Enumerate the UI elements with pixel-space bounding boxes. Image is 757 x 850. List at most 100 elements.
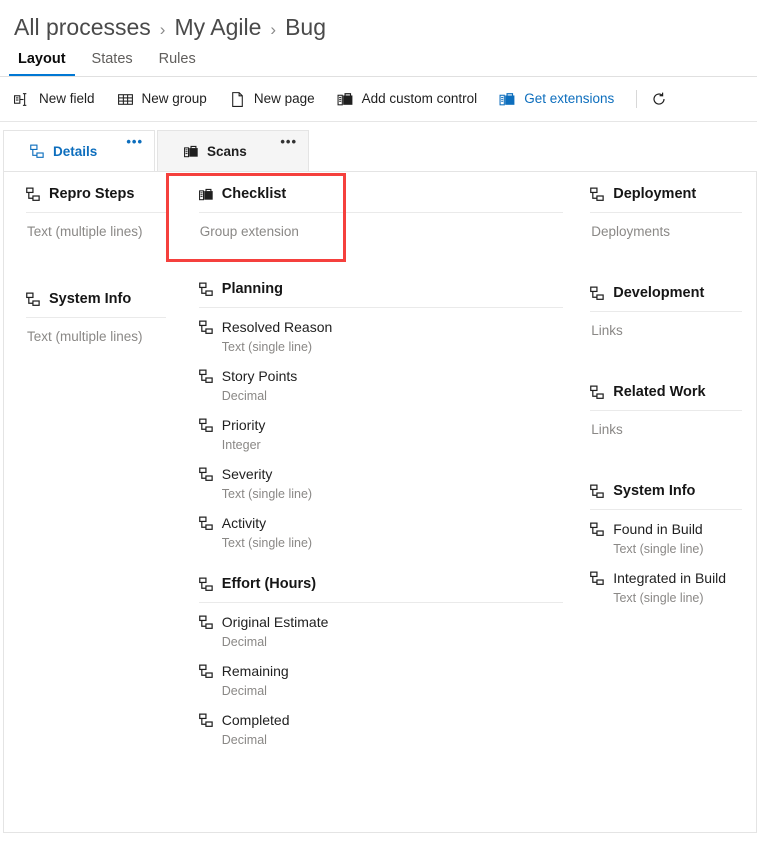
tab-rules[interactable]: Rules [150,51,205,76]
form-page-tab-details[interactable]: Details ••• [3,130,155,172]
group-deployment-subtitle: Deployments [590,223,742,241]
field-type: Text (single line) [199,485,563,503]
add-custom-control-label: Add custom control [362,91,478,107]
new-field-label: New field [39,91,95,107]
field-remaining[interactable]: Remaining Decimal [199,662,563,700]
field-integrated-in-build-name: Integrated in Build [590,569,742,588]
field-type: Text (single line) [590,589,742,607]
field-found-in-build-name: Found in Build [590,520,742,539]
group-divider [199,307,563,308]
field-severity[interactable]: Severity Text (single line) [199,465,563,503]
group-related-work-header: Related Work [590,384,742,410]
form-page-tab-scans[interactable]: Scans ••• [157,130,309,172]
get-extensions-button[interactable]: Get extensions [499,91,614,108]
group-divider [590,212,742,213]
group-planning-title: Planning [222,281,283,298]
pivot-tablist: Layout States Rules [0,44,757,77]
field-label: Integrated in Build [613,569,726,588]
group-checklist[interactable]: Checklist Group extension [199,186,563,241]
column-right: Deployment Deployments Development [581,172,756,832]
extension-icon [199,187,214,203]
group-development-title: Development [613,285,704,302]
command-toolbar: New field New group New page [0,77,757,122]
new-group-icon [117,91,134,108]
new-field-icon [14,91,31,108]
field-integrated-in-build[interactable]: Integrated in Build Text (single line) [590,569,742,607]
field-activity-name: Activity [199,514,563,533]
form-canvas: Repro Steps Text (multiple lines) System… [3,171,757,833]
field-tree-icon [199,418,214,433]
group-planning[interactable]: Planning Resolved Reason [199,281,563,552]
group-repro-steps[interactable]: Repro Steps Text (multiple lines) [26,186,166,241]
field-type: Decimal [199,387,563,405]
group-development-header: Development [590,285,742,311]
field-severity-name: Severity [199,465,563,484]
group-effort-hours-header: Effort (Hours) [199,576,563,602]
group-related-work-title: Related Work [613,384,705,401]
field-completed-name: Completed [199,711,563,730]
breadcrumb: All processes › My Agile › Bug [0,0,757,44]
column-left: Repro Steps Text (multiple lines) System… [4,172,182,832]
field-type: Integer [199,436,563,454]
field-tree-icon [199,664,214,679]
form-layout-designer: Details ••• Scans ••• [0,122,757,826]
group-repro-steps-subtitle: Text (multiple lines) [26,223,166,241]
refresh-button[interactable] [651,91,667,107]
field-resolved-reason-name: Resolved Reason [199,318,563,337]
tab-states[interactable]: States [83,51,142,76]
group-divider [26,317,166,318]
field-label: Activity [222,514,266,533]
field-tree-icon [590,522,605,537]
form-page-tab-scans-overflow-button[interactable]: ••• [280,137,297,147]
field-label: Story Points [222,367,297,386]
field-type: Text (single line) [590,540,742,558]
group-effort-hours-title: Effort (Hours) [222,576,316,593]
group-related-work[interactable]: Related Work Links [590,384,742,439]
group-tree-icon [26,187,41,202]
group-system-info-left-subtitle: Text (multiple lines) [26,328,166,346]
form-page-tab-details-overflow-button[interactable]: ••• [126,137,143,147]
field-label: Completed [222,711,290,730]
group-checklist-header: Checklist [199,186,563,212]
group-system-info-left[interactable]: System Info Text (multiple lines) [26,291,166,346]
field-tree-icon [199,516,214,531]
breadcrumb-separator-icon: › [160,15,166,45]
group-deployment-title: Deployment [613,186,696,203]
group-divider [590,410,742,411]
new-page-button[interactable]: New page [229,91,315,108]
field-label: Remaining [222,662,289,681]
field-resolved-reason[interactable]: Resolved Reason Text (single line) [199,318,563,356]
field-tree-icon [199,320,214,335]
field-original-estimate-name: Original Estimate [199,613,563,632]
field-story-points[interactable]: Story Points Decimal [199,367,563,405]
add-custom-control-button[interactable]: Add custom control [337,91,478,108]
group-tree-icon [199,577,214,592]
field-activity[interactable]: Activity Text (single line) [199,514,563,552]
new-group-label: New group [142,91,207,107]
group-development[interactable]: Development Links [590,285,742,340]
group-divider [199,212,563,213]
field-found-in-build[interactable]: Found in Build Text (single line) [590,520,742,558]
group-repro-steps-header: Repro Steps [26,186,166,212]
group-deployment[interactable]: Deployment Deployments [590,186,742,241]
field-priority[interactable]: Priority Integer [199,416,563,454]
breadcrumb-item-all-processes[interactable]: All processes [14,12,151,42]
field-type: Decimal [199,633,563,651]
new-page-label: New page [254,91,315,107]
field-label: Original Estimate [222,613,329,632]
field-original-estimate[interactable]: Original Estimate Decimal [199,613,563,651]
group-system-info-right-header: System Info [590,483,742,509]
group-system-info-left-title: System Info [49,291,131,308]
breadcrumb-item-my-agile[interactable]: My Agile [174,12,261,42]
new-field-button[interactable]: New field [14,91,95,108]
field-label: Severity [222,465,273,484]
group-effort-hours[interactable]: Effort (Hours) Original Estimate [199,576,563,749]
tab-layout[interactable]: Layout [9,51,75,76]
field-type: Decimal [199,731,563,749]
field-remaining-name: Remaining [199,662,563,681]
new-group-button[interactable]: New group [117,91,207,108]
form-page-tablist: Details ••• Scans ••• [0,130,757,172]
field-type: Text (single line) [199,338,563,356]
field-completed[interactable]: Completed Decimal [199,711,563,749]
group-system-info-right[interactable]: System Info Found in Build [590,483,742,607]
